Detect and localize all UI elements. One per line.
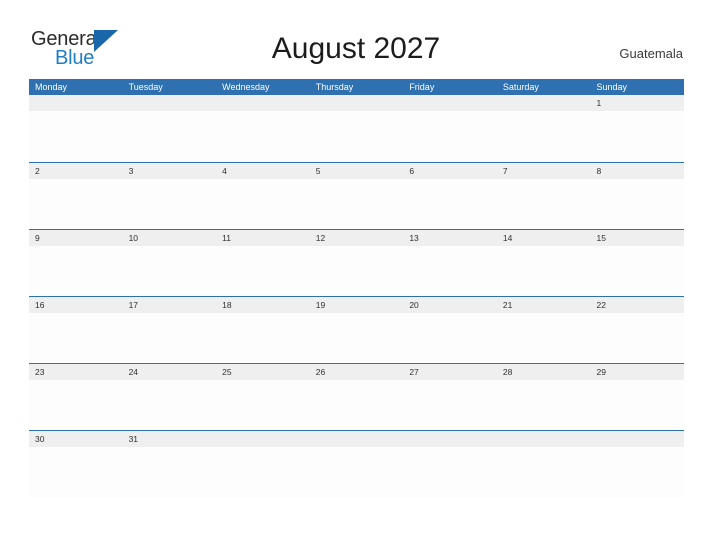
day-cell[interactable]: 6: [403, 163, 497, 179]
day-cell[interactable]: 22: [590, 297, 684, 313]
day-cell[interactable]: 11: [216, 230, 310, 246]
week-date-strip: 2 3 4 5 6 7 8: [29, 162, 684, 179]
day-cell[interactable]: 7: [497, 163, 591, 179]
day-cell[interactable]: 19: [310, 297, 404, 313]
week-date-strip: 16 17 18 19 20 21 22: [29, 296, 684, 313]
day-cell[interactable]: [216, 95, 310, 111]
week-row: 9 10 11 12 13 14 15: [29, 229, 684, 297]
day-cell[interactable]: 18: [216, 297, 310, 313]
week-date-strip: 1: [29, 95, 684, 111]
weekday-header-sunday: Sunday: [596, 82, 627, 92]
day-cell[interactable]: 28: [497, 364, 591, 380]
week-row: 23 24 25 26 27 28 29: [29, 363, 684, 431]
day-cell[interactable]: [216, 431, 310, 447]
week-date-strip: 23 24 25 26 27 28 29: [29, 363, 684, 380]
day-cell[interactable]: 17: [123, 297, 217, 313]
day-cell[interactable]: 30: [29, 431, 123, 447]
day-cell[interactable]: 16: [29, 297, 123, 313]
day-cell[interactable]: 21: [497, 297, 591, 313]
weekday-header-row: Monday Tuesday Wednesday Thursday Friday…: [29, 79, 684, 95]
week-row: 30 31: [29, 430, 684, 498]
week-row: 1: [29, 95, 684, 163]
week-content-area: [29, 313, 684, 364]
page-header: General Blue August 2027 Guatemala: [0, 0, 712, 78]
day-cell[interactable]: [310, 95, 404, 111]
week-date-strip: 30 31: [29, 430, 684, 447]
calendar-page: General Blue August 2027 Guatemala Monda…: [0, 0, 712, 550]
page-title: August 2027: [271, 32, 441, 65]
day-cell[interactable]: 23: [29, 364, 123, 380]
weekday-header-thursday: Thursday: [315, 82, 354, 92]
day-cell[interactable]: 31: [123, 431, 217, 447]
day-cell[interactable]: 4: [216, 163, 310, 179]
week-content-area: [29, 246, 684, 297]
week-content-area: [29, 111, 684, 163]
weekday-header-monday: Monday: [35, 82, 68, 92]
day-cell[interactable]: 14: [497, 230, 591, 246]
day-cell[interactable]: 27: [403, 364, 497, 380]
day-cell[interactable]: [403, 431, 497, 447]
country-label: Guatemala: [619, 46, 683, 61]
day-cell[interactable]: 2: [29, 163, 123, 179]
day-cell[interactable]: [590, 431, 684, 447]
week-content-area: [29, 179, 684, 230]
day-cell[interactable]: 24: [123, 364, 217, 380]
week-content-area: [29, 447, 684, 498]
day-cell[interactable]: 25: [216, 364, 310, 380]
day-cell[interactable]: 29: [590, 364, 684, 380]
day-cell[interactable]: [403, 95, 497, 111]
day-cell[interactable]: 20: [403, 297, 497, 313]
day-cell[interactable]: 10: [123, 230, 217, 246]
day-cell[interactable]: [497, 95, 591, 111]
day-cell[interactable]: 1: [590, 95, 684, 111]
weekday-header-tuesday: Tuesday: [128, 82, 163, 92]
day-cell[interactable]: 3: [123, 163, 217, 179]
weekday-header-friday: Friday: [409, 82, 435, 92]
week-row: 16 17 18 19 20 21 22: [29, 296, 684, 364]
weekday-header-wednesday: Wednesday: [222, 82, 270, 92]
week-date-strip: 9 10 11 12 13 14 15: [29, 229, 684, 246]
day-cell[interactable]: [29, 95, 123, 111]
day-cell[interactable]: [123, 95, 217, 111]
day-cell[interactable]: 12: [310, 230, 404, 246]
calendar-grid: Monday Tuesday Wednesday Thursday Friday…: [29, 79, 684, 498]
week-row: 2 3 4 5 6 7 8: [29, 162, 684, 230]
day-cell[interactable]: 26: [310, 364, 404, 380]
day-cell[interactable]: 9: [29, 230, 123, 246]
day-cell[interactable]: 8: [590, 163, 684, 179]
week-content-area: [29, 380, 684, 431]
day-cell[interactable]: 15: [590, 230, 684, 246]
day-cell[interactable]: 5: [310, 163, 404, 179]
weekday-header-saturday: Saturday: [502, 82, 539, 92]
day-cell[interactable]: [497, 431, 591, 447]
day-cell[interactable]: 13: [403, 230, 497, 246]
day-cell[interactable]: [310, 431, 404, 447]
